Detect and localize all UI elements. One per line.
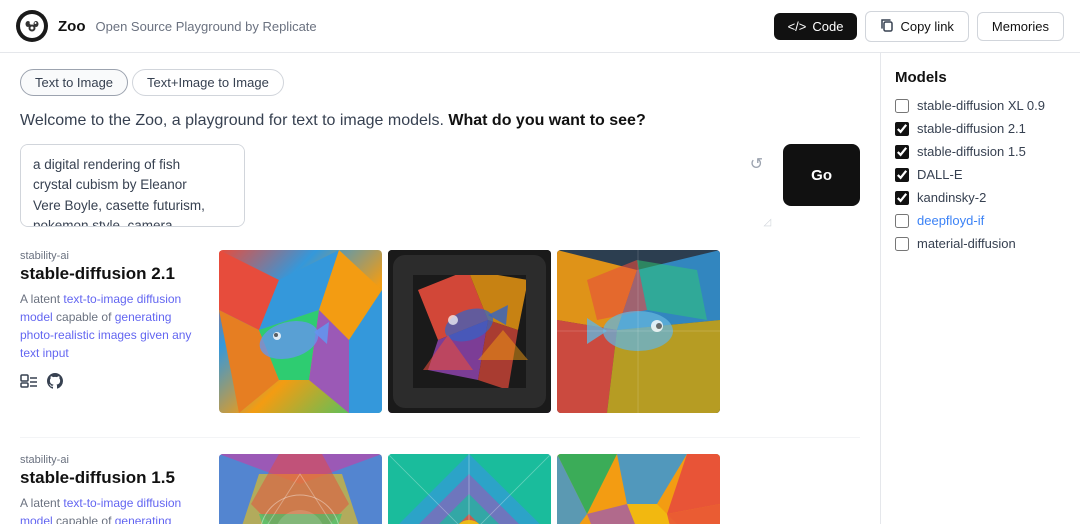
label-deepfloyd[interactable]: deepfloyd-if: [917, 213, 984, 228]
model-github-link-sd21[interactable]: [46, 372, 64, 395]
model-header-sd15: stability-ai stable-diffusion 1.5 A late…: [20, 454, 860, 524]
checkbox-dalle[interactable]: [895, 168, 909, 182]
app-logo: [16, 10, 48, 42]
model-info-sd15: stability-ai stable-diffusion 1.5 A late…: [20, 454, 205, 524]
model-name-sd21: stable-diffusion 2.1: [20, 264, 205, 284]
model-info-sd21: stability-ai stable-diffusion 2.1 A late…: [20, 250, 205, 395]
code-icon: </>: [788, 19, 807, 34]
divider-1: [20, 437, 860, 438]
checkbox-sd21[interactable]: [895, 122, 909, 136]
main-layout: Text to Image Text+Image to Image Welcom…: [0, 53, 1080, 524]
resize-handle: ◿: [763, 217, 771, 228]
model-checkbox-deepfloyd: deepfloyd-if: [895, 213, 1066, 228]
tab-text-image-to-image[interactable]: Text+Image to Image: [132, 69, 284, 96]
checkbox-xl[interactable]: [895, 99, 909, 113]
image-thumb-sd15-2[interactable]: [388, 454, 551, 524]
header-actions: </> Code Copy link Memories: [774, 11, 1064, 42]
go-button[interactable]: Go: [783, 144, 860, 206]
model-name-sd15: stable-diffusion 1.5: [20, 468, 205, 488]
prompt-row: a digital rendering of <span class="c-re…: [20, 144, 860, 230]
image-thumb-sd21-2[interactable]: [388, 250, 551, 413]
image-thumb-sd15-3[interactable]: [557, 454, 720, 524]
model-links-sd21: [20, 372, 205, 395]
header: Zoo Open Source Playground by Replicate …: [0, 0, 1080, 53]
sidebar: Models stable-diffusion XL 0.9 stable-di…: [880, 53, 1080, 524]
model-desc-sd15: A latent text-to-image diffusion model c…: [20, 494, 205, 524]
memories-button[interactable]: Memories: [977, 12, 1064, 41]
model-checkbox-sd21: stable-diffusion 2.1: [895, 121, 1066, 136]
model-org-sd15: stability-ai: [20, 454, 205, 466]
label-kandinsky[interactable]: kandinsky-2: [917, 190, 986, 205]
checkbox-material[interactable]: [895, 237, 909, 251]
welcome-text: Welcome to the Zoo, a playground for tex…: [20, 112, 860, 130]
image-thumb-sd21-1[interactable]: [219, 250, 382, 413]
tab-text-to-image[interactable]: Text to Image: [20, 69, 128, 96]
model-repo-link-sd21[interactable]: [20, 372, 38, 395]
app-name: Zoo: [58, 18, 86, 35]
label-dalle[interactable]: DALL-E: [917, 167, 963, 182]
tab-bar: Text to Image Text+Image to Image: [20, 69, 860, 96]
copy-link-button[interactable]: Copy link: [865, 11, 968, 42]
label-xl[interactable]: stable-diffusion XL 0.9: [917, 98, 1045, 113]
prompt-input[interactable]: a digital rendering of <span class="c-re…: [20, 144, 245, 227]
model-header-sd21: stability-ai stable-diffusion 2.1 A late…: [20, 250, 860, 413]
images-grid-sd15: [219, 454, 860, 524]
copy-icon: [880, 18, 894, 35]
checkbox-sd15[interactable]: [895, 145, 909, 159]
logo-inner: [20, 14, 44, 38]
content-area: Text to Image Text+Image to Image Welcom…: [0, 53, 880, 524]
label-material[interactable]: material-diffusion: [917, 236, 1016, 251]
label-sd21[interactable]: stable-diffusion 2.1: [917, 121, 1026, 136]
refresh-button[interactable]: ↺: [750, 154, 763, 174]
prompt-wrapper: a digital rendering of <span class="c-re…: [20, 144, 773, 230]
label-sd15[interactable]: stable-diffusion 1.5: [917, 144, 1026, 159]
model-checkbox-xl: stable-diffusion XL 0.9: [895, 98, 1066, 113]
app-subtitle: Open Source Playground by Replicate: [96, 19, 317, 34]
playground-link[interactable]: Playground: [176, 19, 242, 34]
model-org-sd21: stability-ai: [20, 250, 205, 262]
checkbox-deepfloyd[interactable]: [895, 214, 909, 228]
model-checkbox-kandinsky: kandinsky-2: [895, 190, 1066, 205]
checkbox-kandinsky[interactable]: [895, 191, 909, 205]
model-desc-sd21: A latent text-to-image diffusion model c…: [20, 290, 205, 362]
model-checkbox-dalle: DALL-E: [895, 167, 1066, 182]
model-checkbox-material: material-diffusion: [895, 236, 1066, 251]
models-sidebar-title: Models: [895, 69, 1066, 86]
model-section-sd21: stability-ai stable-diffusion 2.1 A late…: [20, 250, 860, 413]
images-grid-sd21: [219, 250, 860, 413]
code-button[interactable]: </> Code: [774, 13, 858, 40]
model-checkbox-sd15: stable-diffusion 1.5: [895, 144, 1066, 159]
image-thumb-sd21-3[interactable]: [557, 250, 720, 413]
model-section-sd15: stability-ai stable-diffusion 1.5 A late…: [20, 454, 860, 524]
image-thumb-sd15-1[interactable]: [219, 454, 382, 524]
